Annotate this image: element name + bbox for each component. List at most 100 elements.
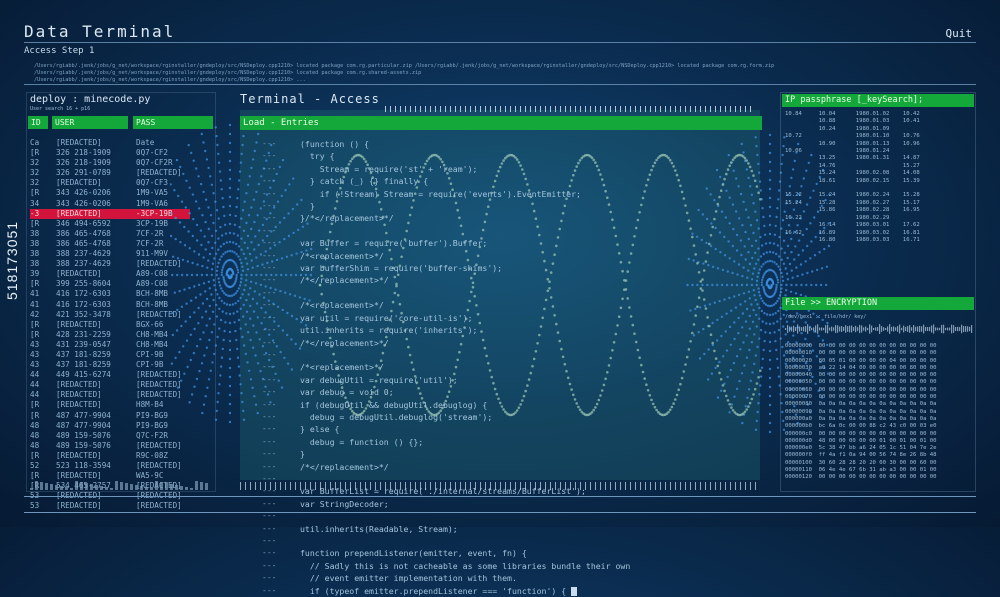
row-user: 437 181-8259	[56, 360, 111, 370]
row-id: 32	[30, 158, 40, 168]
row-user: 326 291-0789	[56, 168, 111, 178]
row-user: [REDACTED]	[56, 208, 102, 218]
footer-divider	[24, 496, 976, 497]
code-line: }	[300, 449, 305, 460]
table-row[interactable]: 53 [REDACTED] [REDACTED]	[30, 501, 210, 511]
encryption-waveform	[785, 324, 973, 334]
gutter-mark: ---	[262, 436, 277, 446]
gutter-mark: ---	[262, 176, 277, 186]
ip-row: 10.06 1980.01.24	[785, 148, 890, 155]
row-user: 487 477-9904	[56, 420, 111, 430]
row-pass: A89-C08	[136, 279, 169, 289]
code-line: /*</replacement>*/	[300, 461, 389, 472]
row-pass: 0Q7-CF2R	[136, 158, 173, 168]
row-id: [R	[30, 319, 40, 329]
row-id: 41	[30, 299, 40, 309]
row-pass: BCH-8MB	[136, 299, 169, 309]
gutter-mark: ---	[262, 498, 277, 508]
gutter-mark: ---	[262, 263, 277, 273]
row-user: 431 239-0547	[56, 339, 111, 349]
row-user: 388 237-4629	[56, 249, 111, 259]
ip-row: 16.14 1980.03.01 17.62	[785, 222, 920, 229]
code-line: debug = function () {};	[300, 436, 424, 447]
hex-row: 000000f0 ff 4a f1 0a 94 00 56 74 8e 26 8…	[785, 452, 937, 459]
gutter-mark: ---	[262, 312, 277, 322]
column-header-user[interactable]: USER	[52, 116, 128, 129]
header-divider	[24, 42, 976, 43]
row-user: 437 181-8259	[56, 349, 111, 359]
load-entries-bar[interactable]: Load - Entries	[240, 116, 762, 130]
gutter-mark: ---	[262, 362, 277, 372]
terminal-code[interactable]: (function () { try { Stream = require('s…	[300, 138, 740, 597]
row-user: [REDACTED]	[56, 390, 102, 400]
ip-row: 16.62 16.89 1980.03.02 16.81	[785, 229, 920, 236]
gutter-mark: ---	[262, 225, 277, 235]
row-id: 38	[30, 228, 40, 238]
row-user: 386 465-4768	[56, 228, 111, 238]
code-line: }	[300, 201, 315, 212]
hex-row: 000000a0 0a 0a 0a 0a 0a 0a 0a 0a 0a 0a 0…	[785, 415, 937, 422]
code-line: try {	[300, 151, 335, 162]
code-line: util.inherits = require('inherits');	[300, 325, 478, 336]
row-id: 42	[30, 309, 40, 319]
gutter-mark: ---	[262, 325, 277, 335]
row-user: 416 172-6303	[56, 299, 111, 309]
gutter-mark: ---	[262, 523, 277, 533]
code-line: /*<replacement>*/	[300, 300, 384, 311]
table-row[interactable]: -3 [REDACTED] -3CP-19B	[30, 208, 190, 219]
row-pass: BGX-66	[136, 319, 164, 329]
ip-row: 15.24 1980.02.08 14.08	[785, 170, 920, 177]
log-path-line: /Users/rgiabb/.jenk/jobs/g_net/workspace…	[34, 77, 306, 83]
ip-row: 16.22 1980.02.29	[785, 214, 890, 221]
gutter-mark: ---	[262, 548, 277, 558]
ip-row	[785, 185, 975, 192]
deploy-panel-title: deploy : minecode.py	[30, 94, 151, 105]
ip-row: 15.24 15.28 1980.02.27 15.17	[785, 199, 920, 206]
gutter-mark: ---	[262, 411, 277, 421]
row-user: [REDACTED]	[56, 380, 102, 390]
code-line: var StringDecoder;	[300, 498, 389, 509]
row-user: [REDACTED]	[56, 178, 102, 188]
column-header-id[interactable]: ID	[28, 116, 48, 129]
gutter-mark: ---	[262, 461, 277, 471]
row-user: 449 415-6274	[56, 370, 111, 380]
code-line: /*<replacement>*/	[300, 362, 384, 373]
row-user: 386 465-4768	[56, 238, 111, 248]
row-id: 38	[30, 259, 40, 269]
code-line: } catch (_) {} finally {	[300, 176, 429, 187]
ip-row: 10.84 10.04 1980.01.02 10.42	[785, 111, 920, 117]
row-user: 416 172-6303	[56, 289, 111, 299]
code-line: if (debugUtil && debugUtil.debuglog) {	[300, 399, 488, 410]
row-id: 44	[30, 370, 40, 380]
gutter-mark: ---	[262, 238, 277, 248]
gutter-mark: ---	[262, 163, 277, 173]
quit-button[interactable]: Quit	[946, 27, 973, 40]
hex-row: 00000090 0a 0a 0a 0a 0a 0a 0a 0a 0a 0a 0…	[785, 408, 937, 415]
terminal-gutter: --- --- --- --- --- --- --- --- --- --- --- --- --- -…	[262, 138, 286, 597]
header-bottom-divider	[24, 84, 976, 85]
ip-row: 15.86 1980.02.28 16.95	[785, 207, 920, 214]
code-line: /*</replacement>*/	[300, 337, 389, 348]
row-id: 34	[30, 198, 40, 208]
ip-passphrase-header[interactable]: IP passphrase [_keySearch];	[782, 94, 974, 107]
gutter-mark: ---	[262, 399, 277, 409]
gutter-mark: ---	[262, 573, 277, 583]
row-pass: CH8-MB4	[136, 329, 169, 339]
row-id: 48	[30, 420, 40, 430]
ip-row: 10.72 1980.01.10 10.76	[785, 133, 920, 140]
terminal-ruler	[385, 106, 755, 112]
file-encryption-header[interactable]: File >> ENCRYPTION	[782, 297, 974, 310]
ip-row: 10.90 1980.01.13 10.96	[785, 140, 920, 147]
hex-row: 00000100 30 60 28 28 20 20 00 30 00 00 6…	[785, 459, 937, 466]
ip-row: 15.22 15.24 1980.02.24 15.28	[785, 192, 920, 199]
hex-row: 00000060 00 00 00 00 00 00 00 00 00 00 0…	[785, 386, 937, 393]
row-pass: H8M-B4	[136, 400, 164, 410]
terminal-footer-ruler	[240, 482, 760, 490]
cursor	[571, 586, 578, 596]
row-id: 38	[30, 238, 40, 248]
row-pass: -3CP-19B	[136, 208, 173, 218]
hex-row: 00000070 00 00 00 00 00 00 00 00 00 00 0…	[785, 394, 937, 401]
row-id: 44	[30, 380, 40, 390]
